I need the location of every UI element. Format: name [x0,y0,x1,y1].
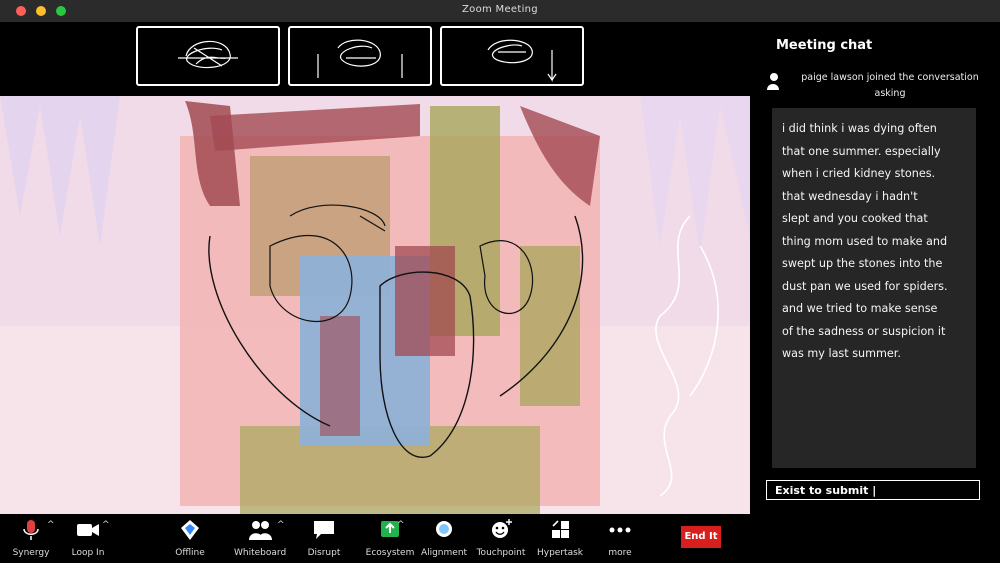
apps-icon [552,520,569,538]
participant-thumbnail[interactable] [288,26,432,86]
chat-panel: Meeting chat paige lawson joined the con… [750,22,1000,563]
ecosystem-button[interactable]: Ecosystem [364,518,416,562]
offline-button[interactable]: Offline [168,518,212,562]
participant-thumbnail[interactable] [136,26,280,86]
window-titlebar: Zoom Meeting [0,0,1000,23]
video-camera-icon [77,524,99,536]
scribble-face-drawing [317,39,403,78]
chevron-up-icon[interactable]: ^ [397,520,405,530]
end-meeting-button[interactable]: End It [681,526,721,548]
abstract-face-painting [0,96,750,514]
microphone-icon [23,520,39,540]
more-dots-icon [609,527,631,533]
offline-label: Offline [175,548,205,558]
person-icon [767,73,779,90]
disrupt-button[interactable]: Disrupt [302,518,346,562]
chevron-up-icon[interactable]: ^ [47,520,55,530]
window-title: Zoom Meeting [462,4,538,15]
chevron-up-icon[interactable]: ^ [277,520,285,530]
scribble-face-drawing [178,40,238,69]
synergy-label: Synergy [12,548,50,558]
participant-strip [0,22,750,94]
chat-message-text: i did think i was dying often that one s… [782,122,948,360]
join-notice-text: paige lawson joined the conversation ask… [801,72,979,99]
chat-message-box: i did think i was dying often that one s… [772,108,976,468]
shield-icon [181,520,199,540]
more-button[interactable]: more [598,518,642,562]
disrupt-label: Disrupt [307,548,341,558]
loop-in-label: Loop In [71,548,105,558]
hypertask-button[interactable]: Hypertask [534,518,586,562]
chat-input[interactable]: Exist to submit | [766,480,980,500]
main-video-stage [0,96,750,514]
ecosystem-label: Ecosystem [365,548,415,558]
scribble-face-drawing [487,39,557,82]
meeting-toolbar: Synergy ^ Loop In ^ Offline Whiteboard ^… [0,514,750,563]
chat-title: Meeting chat [776,38,873,53]
alignment-button[interactable]: Alignment [420,518,468,562]
chevron-up-icon[interactable]: ^ [102,520,110,530]
participant-thumbnail[interactable] [440,26,584,86]
touchpoint-label: Touchpoint [476,548,526,558]
reactions-icon [492,519,512,538]
hypertask-label: Hypertask [537,548,583,558]
whiteboard-label: Whiteboard [234,548,287,558]
chat-bubble-icon [314,521,334,539]
alignment-label: Alignment [420,548,468,558]
participants-icon [249,521,272,540]
touchpoint-button[interactable]: Touchpoint [476,518,526,562]
more-label: more [608,548,632,558]
join-notice: paige lawson joined the conversation ask… [766,70,992,104]
record-icon [436,521,452,537]
